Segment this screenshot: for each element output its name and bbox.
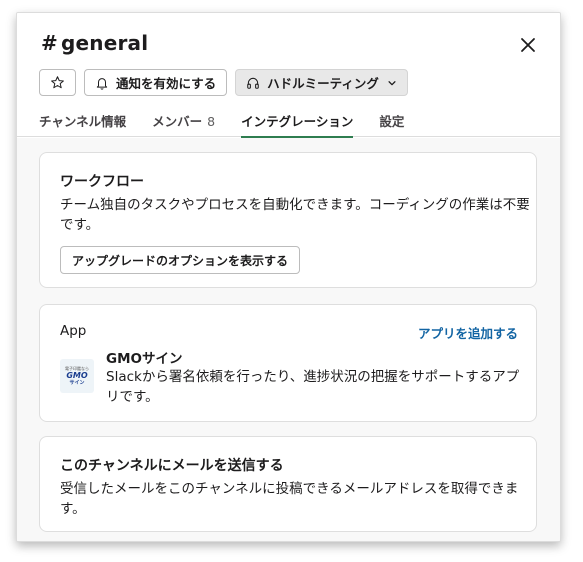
chevron-down-icon [387,78,397,88]
huddle-button[interactable]: ハドルミーティング [235,69,408,96]
channel-title: # general [41,31,148,55]
bell-icon [95,76,109,90]
channel-hash: # [41,31,58,55]
email-title: このチャンネルにメールを送信する [60,458,284,474]
tab-members-label: メンバー [152,114,203,129]
tab-integrations-label: インテグレーション [241,114,354,129]
app-name[interactable]: GMOサイン [106,347,183,367]
header-actions: 通知を有効にする ハドルミーティング [39,69,408,96]
app-description: Slackから署名依頼を行ったり、進捗状況の把握をサポートするアプリです。 [106,369,520,405]
tab-settings-label: 設定 [379,114,405,129]
email-description: 受信したメールをこのチャンネルに投稿できるメールアドレスを取得できます。 [60,481,519,517]
enable-notifications-label: 通知を有効にする [116,76,217,91]
integrations-panel: ワークフロー チーム独自のタスクやプロセスを自動化できます。コーディングの作業は… [17,138,560,541]
add-app-link[interactable]: アプリを追加する [418,323,518,342]
enable-notifications-button[interactable]: 通知を有効にする [84,69,228,96]
channel-tabs: チャンネル情報 メンバー 8 インテグレーション 設定 [39,111,404,138]
close-icon [521,38,535,52]
apps-heading: App [60,323,87,339]
workflow-description: チーム独自のタスクやプロセスを自動化できます。コーディングの作業は不要です。 [60,197,530,233]
logo-sign: サイン [69,380,85,386]
star-button[interactable] [39,69,76,96]
view-upgrade-options-button[interactable]: アップグレードのオプションを表示する [60,246,301,274]
huddle-label: ハドルミーティング [267,76,379,91]
tab-members[interactable]: メンバー 8 [152,111,215,137]
headphones-icon [246,76,260,90]
tab-integrations[interactable]: インテグレーション [241,111,354,138]
gmo-sign-logo[interactable]: 電子印鑑なら GMO サイン [60,359,94,393]
logo-gmo: GMO [66,371,88,380]
email-card[interactable]: このチャンネルにメールを送信する 受信したメールをこのチャンネルに投稿できるメー… [39,436,537,532]
apps-card: App アプリを追加する 電子印鑑なら GMO サイン GMOサイン Slack… [39,304,537,422]
channel-details-dialog: # general 通知を有効にする ハドルミーティング チャンネル情報 メンバ… [16,12,561,542]
tab-channel-info-label: チャンネル情報 [39,114,127,129]
close-button[interactable] [516,33,540,57]
workflow-title: ワークフロー [60,174,144,190]
channel-name: general [60,31,149,55]
dialog-header: # general 通知を有効にする ハドルミーティング チャンネル情報 メンバ… [17,13,560,138]
tab-channel-info[interactable]: チャンネル情報 [39,111,126,137]
star-icon [51,76,64,89]
member-count: 8 [207,114,216,129]
tab-settings[interactable]: 設定 [379,111,404,137]
workflow-card: ワークフロー チーム独自のタスクやプロセスを自動化できます。コーディングの作業は… [39,152,537,288]
